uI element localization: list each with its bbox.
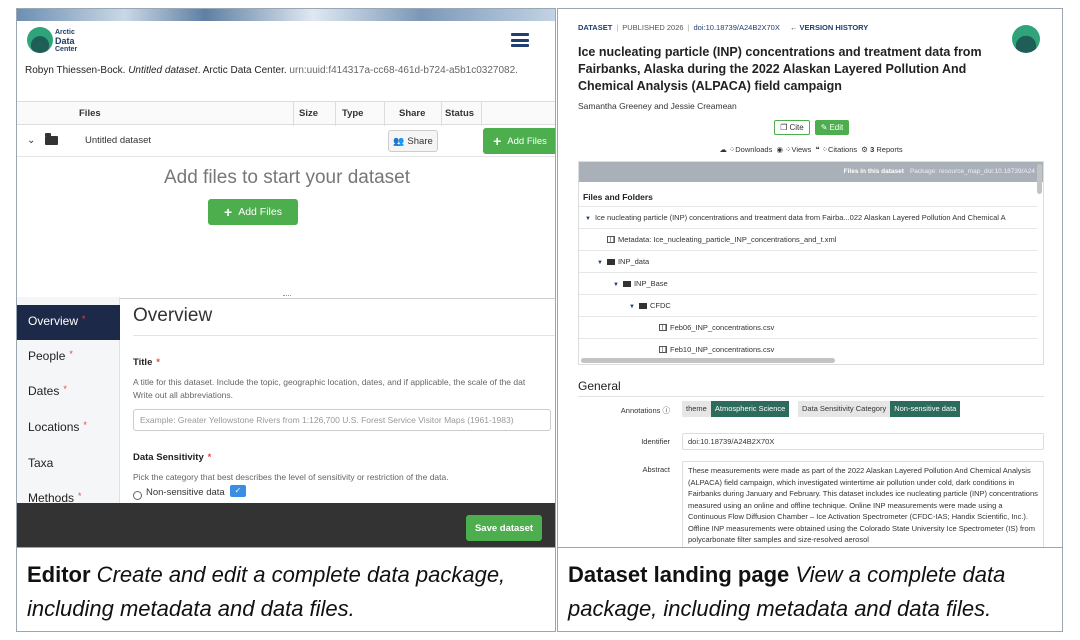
files-and-folders-label: Files and Folders (583, 192, 653, 202)
logo-text-center: Center (55, 46, 78, 53)
add-files-primary-button[interactable]: + Add Files (208, 199, 298, 225)
table-row: ⌄ Untitled dataset 👥 Share + Add Files (17, 125, 555, 157)
editor-caption: Editor Create and edit a complete data p… (16, 548, 556, 632)
share-button[interactable]: 👥 Share (388, 130, 438, 152)
caret-down-icon[interactable]: ▼ (613, 282, 619, 288)
annotation-theme[interactable]: theme Atmospheric Science (682, 401, 790, 417)
list-item[interactable]: ▼ INP_data (579, 250, 1037, 272)
caret-down-icon[interactable]: ▼ (629, 304, 635, 310)
editor-section-nav: Overview * People * Dates * Locations * Taxa… (17, 297, 120, 505)
folder-icon (622, 280, 631, 287)
empty-files-message: Add files to start your dataset (163, 167, 411, 188)
nav-item-dates[interactable]: Dates * (17, 375, 120, 410)
dataset-authors: Samantha Greeney and Jessie Creamean (578, 101, 737, 111)
eye-icon: ◉ (776, 145, 784, 154)
dataset-title: Ice nucleating particle (INP) concentrat… (578, 45, 982, 93)
nav-item-overview[interactable]: Overview * (17, 305, 120, 340)
identifier-value[interactable]: doi:10.18739/A24B2X70X (682, 433, 1044, 450)
version-history-link[interactable]: VERSION HISTORY (800, 23, 869, 32)
annotations-label: Annotations ⓘ (620, 406, 671, 415)
landing-page-screenshot: DATASET | PUBLISHED 2026 | doi:10.18739/A24B… (557, 8, 1063, 548)
nav-item-people[interactable]: People * (17, 340, 120, 375)
arrow-left-icon: ← (789, 23, 798, 32)
tag-icon: ✓ (230, 485, 246, 497)
hamburger-menu-icon[interactable] (511, 33, 529, 47)
save-dataset-button[interactable]: Save dataset (466, 515, 542, 541)
editor-screenshot: Arctic Data Center Robyn Thiessen-Bock. … (16, 8, 556, 548)
data-sensitivity-help: Pick the category that best describes th… (133, 472, 449, 482)
section-heading: Overview (133, 305, 213, 326)
plus-icon: + (493, 133, 502, 149)
non-sensitive-radio[interactable] (133, 491, 142, 500)
divider (133, 335, 555, 336)
dataset-metrics: ☁ ⁘Downloads ◉ ⁘Views ❝ ⁘Citations ⚙ 3 R… (719, 145, 903, 154)
plus-icon: + (224, 204, 233, 220)
list-item[interactable]: ▼ CFDC (579, 294, 1037, 316)
nav-item-locations[interactable]: Locations * (17, 411, 120, 446)
pencil-icon: ✎ (820, 123, 828, 132)
vertical-scrollbar[interactable] (1037, 164, 1042, 194)
col-share: Share (399, 108, 426, 119)
cite-button[interactable]: ❐ Cite (774, 120, 810, 135)
divider (578, 396, 1044, 397)
users-icon: 👥 (393, 135, 405, 146)
folder-icon (606, 258, 615, 265)
dataset-citation: Robyn Thiessen-Bock. Untitled dataset. A… (25, 65, 518, 76)
report-icon: ⚙ (861, 145, 869, 154)
arctic-data-center-logo[interactable]: Arctic Data Center (27, 25, 97, 59)
non-sensitive-option-label[interactable]: Non-sensitive data (146, 487, 225, 498)
add-files-button[interactable]: + Add Files (483, 128, 555, 154)
list-item[interactable]: Feb06_INP_concentrations.csv (579, 316, 1037, 338)
horizontal-scrollbar[interactable] (581, 358, 835, 363)
edit-button[interactable]: ✎ Edit (815, 120, 849, 135)
breadcrumb: DATASET | PUBLISHED 2026 | doi:10.18739/A24B… (578, 23, 869, 32)
table-icon (659, 324, 667, 331)
editor-footer-bar: Save dataset (17, 503, 555, 547)
caret-down-icon[interactable]: ▼ (585, 216, 591, 222)
doi-link[interactable]: doi:10.18739/A24B2X70X (694, 23, 780, 32)
header-banner-image (17, 9, 555, 21)
list-item[interactable]: Metadata: Ice_nucleating_particle_INP_co… (579, 228, 1037, 250)
list-item[interactable]: ▼ INP_Base (579, 272, 1037, 294)
col-files: Files (79, 108, 101, 119)
folder-icon (638, 302, 647, 309)
abstract-text: These measurements were made as part of … (682, 461, 1044, 547)
adc-logo-icon (27, 27, 53, 53)
editor-form: Overview Title * A title for this dataset… (121, 297, 555, 505)
caret-down-icon[interactable]: ▼ (597, 260, 603, 266)
cloud-download-icon: ☁ (719, 145, 727, 154)
annotation-data-sensitivity[interactable]: Data Sensitivity Category Non-sensitive d… (798, 401, 961, 417)
copy-icon: ❐ (780, 123, 788, 132)
list-item[interactable]: ▼ Ice nucleating particle (INP) concentra… (579, 206, 1037, 228)
info-icon[interactable]: ⓘ (663, 406, 671, 415)
title-field-label: Title * (133, 357, 160, 368)
quote-icon: ❝ (815, 145, 820, 154)
table-icon (607, 236, 615, 243)
general-section-heading: General (578, 379, 621, 393)
folder-open-icon (45, 133, 58, 145)
col-type: Type (342, 108, 364, 119)
chevron-down-icon[interactable]: ⌄ (27, 135, 35, 146)
list-item[interactable]: Feb10_INP_concentrations.csv (579, 338, 1037, 360)
landing-page-caption: Dataset landing page View a complete dat… (557, 548, 1063, 632)
table-icon (659, 346, 667, 353)
files-table: Files in this dataset Package: resource_m… (578, 161, 1044, 365)
abstract-label: Abstract (642, 465, 670, 474)
identifier-label: Identifier (641, 437, 670, 446)
title-input[interactable]: Example: Greater Yellowstone Rivers from… (133, 409, 551, 431)
col-status: Status (445, 108, 475, 119)
dataset-folder-name[interactable]: Untitled dataset (85, 135, 151, 146)
files-table-header: Files in this dataset Package: resource_m… (579, 162, 1043, 182)
adc-logo-icon[interactable] (1012, 25, 1040, 53)
files-table-header: Files Size Type Share Status (17, 101, 555, 126)
data-sensitivity-label: Data Sensitivity * (133, 452, 212, 463)
title-help-text: A title for this dataset. Include the to… (133, 377, 526, 400)
nav-item-taxa[interactable]: Taxa (17, 447, 120, 482)
logo-text-data: Data (55, 36, 75, 46)
col-size: Size (299, 108, 319, 119)
